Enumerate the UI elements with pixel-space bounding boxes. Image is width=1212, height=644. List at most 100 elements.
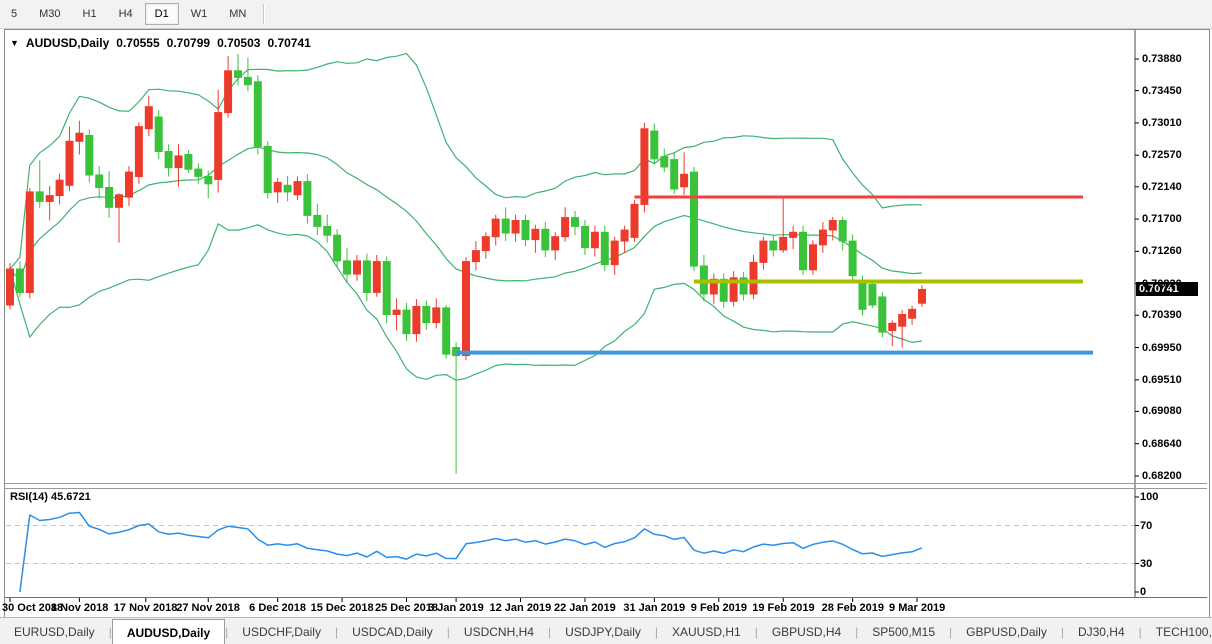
candle — [334, 229, 341, 267]
bullish-candle-body — [413, 306, 420, 333]
tab-audusd-daily[interactable]: AUDUSD,Daily — [112, 619, 225, 644]
bearish-candle-body — [582, 226, 589, 247]
bearish-candle-body — [195, 169, 202, 176]
bearish-candle-body — [879, 297, 886, 332]
candle — [849, 235, 856, 283]
candle — [433, 298, 440, 328]
chart-canvas[interactable] — [0, 0, 1212, 644]
candle — [264, 141, 271, 198]
bearish-candle-body — [403, 310, 410, 334]
bearish-candle-body — [869, 284, 876, 305]
bearish-candle-body — [661, 157, 668, 167]
tab-usdjpy-daily[interactable]: USDJPY,Daily — [551, 618, 655, 644]
tab-eurusd-daily[interactable]: EURUSD,Daily — [0, 618, 109, 644]
bullish-candle-body — [810, 245, 817, 270]
candle — [135, 122, 142, 184]
bearish-candle-body — [859, 281, 866, 310]
bearish-candle-body — [254, 82, 261, 147]
candle — [413, 299, 420, 342]
candle — [770, 235, 777, 257]
candle — [691, 167, 698, 271]
bearish-candle-body — [344, 261, 351, 274]
price-axis-label: 0.73450 — [1142, 85, 1182, 97]
bullish-candle-body — [7, 269, 14, 305]
tab-sp500-m15[interactable]: SP500,M15 — [858, 618, 949, 644]
bullish-candle-body — [373, 262, 380, 293]
price-axis-label: 0.73010 — [1142, 117, 1182, 129]
tab-usdchf-daily[interactable]: USDCHF,Daily — [228, 618, 335, 644]
bullish-candle-body — [819, 230, 826, 245]
bullish-candle-body — [116, 195, 123, 208]
bearish-candle-body — [244, 77, 251, 84]
candle — [205, 171, 212, 199]
candle — [700, 255, 707, 301]
candle — [582, 220, 589, 255]
collapse-triangle-icon[interactable]: ▼ — [10, 38, 19, 48]
date-axis-label: 22 Jan 2019 — [554, 602, 616, 614]
high-value: 0.70799 — [167, 36, 210, 50]
bearish-candle-body — [691, 172, 698, 266]
bearish-candle-body — [205, 177, 212, 184]
candle — [810, 240, 817, 275]
candle — [254, 75, 261, 154]
bullish-candle-body — [829, 221, 836, 231]
bearish-candle-body — [443, 308, 450, 354]
tab-gbpusd-h4[interactable]: GBPUSD,H4 — [758, 618, 855, 644]
bullish-candle-body — [393, 310, 400, 314]
bullish-candle-body — [46, 196, 53, 202]
bearish-candle-body — [324, 226, 331, 235]
trading-app-window: { "toolbar": { "timeframes": [ {"label":… — [0, 0, 1212, 644]
tab-usdcnh-h4[interactable]: USDCNH,H4 — [450, 618, 548, 644]
close-value: 0.70741 — [267, 36, 310, 50]
bullish-candle-body — [780, 237, 787, 250]
bearish-candle-body — [572, 218, 579, 227]
bullish-candle-body — [492, 219, 499, 237]
price-axis-label: 0.68640 — [1142, 438, 1182, 450]
candle — [46, 186, 53, 221]
candle — [423, 301, 430, 330]
candle — [86, 130, 93, 183]
bearish-candle-body — [839, 221, 846, 242]
tab-dj30-h4[interactable]: DJ30,H4 — [1064, 618, 1139, 644]
bullish-candle-body — [126, 172, 133, 197]
candle — [304, 174, 311, 223]
candle — [572, 211, 579, 235]
candle — [126, 166, 133, 206]
price-axis-label: 0.69950 — [1142, 342, 1182, 354]
candle — [482, 232, 489, 258]
tab-xauusd-h1[interactable]: XAUUSD,H1 — [658, 618, 755, 644]
candle — [889, 320, 896, 346]
candle — [591, 226, 598, 257]
bullish-candle-body — [225, 71, 232, 113]
candle — [502, 207, 509, 241]
bullish-candle-body — [641, 129, 648, 205]
bullish-candle-body — [482, 237, 489, 251]
bullish-candle-body — [919, 290, 926, 304]
candle — [790, 226, 797, 250]
rsi-axis-label: 100 — [1140, 491, 1158, 503]
bullish-candle-body — [175, 156, 182, 168]
candle — [869, 280, 876, 308]
tab-gbpusd-daily[interactable]: GBPUSD,Daily — [952, 618, 1061, 644]
bearish-candle-body — [383, 262, 390, 315]
candle — [899, 310, 906, 347]
ohlc-readout: 0.70555 0.70799 0.70503 0.70741 — [116, 36, 311, 50]
tab-tech100-h1[interactable]: TECH100,H1 — [1142, 618, 1212, 644]
candle — [463, 257, 470, 360]
candle — [710, 273, 717, 304]
candle — [185, 150, 192, 173]
tab-usdcad-daily[interactable]: USDCAD,Daily — [338, 618, 447, 644]
bearish-candle-body — [334, 235, 341, 261]
price-axis-label: 0.69510 — [1142, 374, 1182, 386]
candle — [651, 124, 658, 165]
bullish-candle-body — [909, 309, 916, 318]
bearish-candle-body — [423, 306, 430, 322]
bearish-candle-body — [849, 241, 856, 276]
price-axis-label: 0.72140 — [1142, 181, 1182, 193]
bullish-candle-body — [354, 261, 361, 274]
bullish-candle-body — [750, 262, 757, 294]
rsi-line — [20, 513, 922, 593]
price-axis-label: 0.69080 — [1142, 405, 1182, 417]
candle — [631, 200, 638, 242]
date-axis-label: 3 Jan 2019 — [428, 602, 484, 614]
